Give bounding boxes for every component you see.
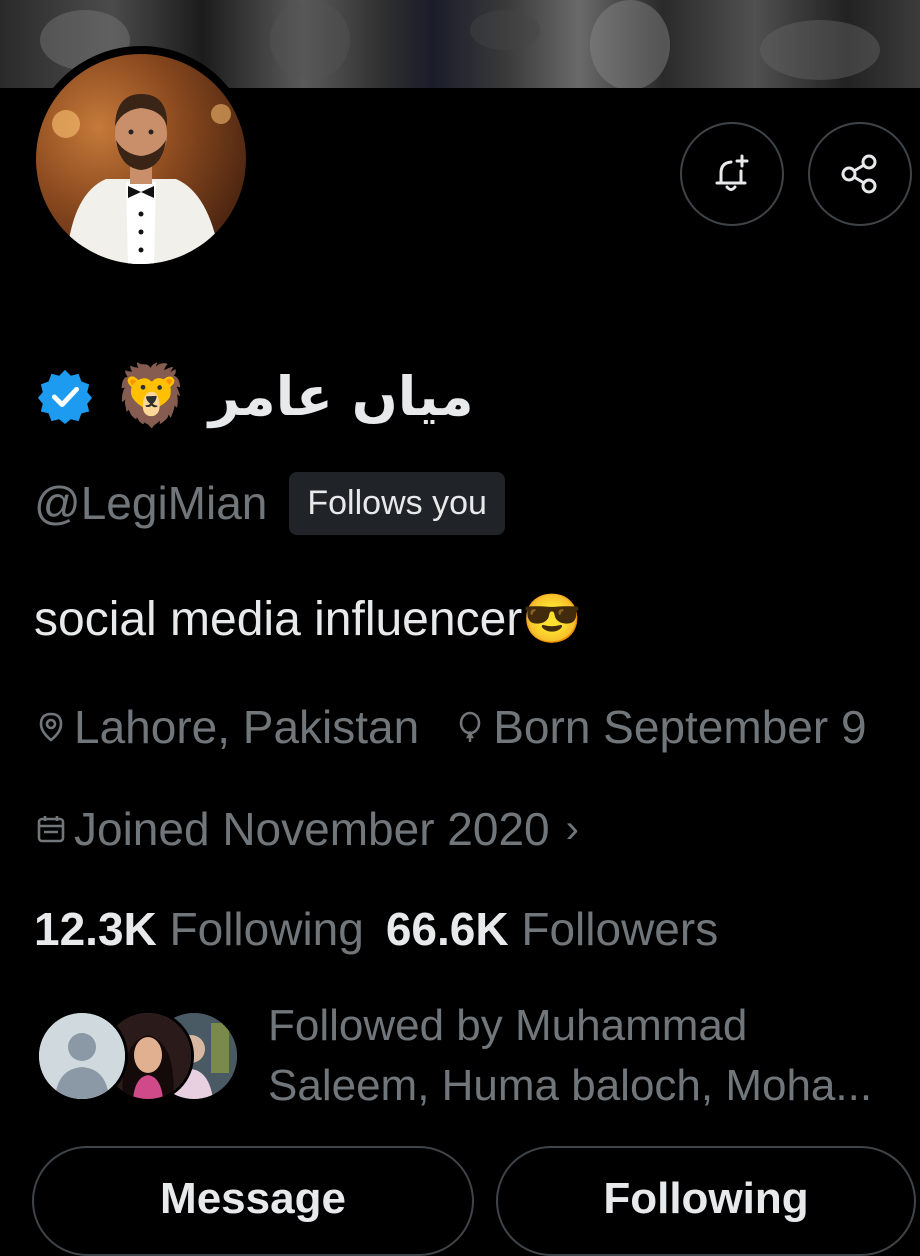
following-count: 12.3K xyxy=(34,903,157,955)
handle-row: @LegiMian Follows you xyxy=(34,468,505,538)
lion-emoji: 🦁 xyxy=(114,361,189,431)
mutual-followers-avatars[interactable] xyxy=(36,1010,246,1102)
joined-text: Joined November 2020 xyxy=(74,803,550,855)
profile-stats: 12.3K Following 66.6K Followers xyxy=(34,902,718,956)
share-icon xyxy=(841,154,877,194)
followers-stat[interactable]: 66.6K Followers xyxy=(386,902,718,956)
birthday-text: Born September 9 xyxy=(493,701,867,753)
default-avatar xyxy=(36,1010,128,1102)
followers-count: 66.6K xyxy=(385,903,509,955)
following-label: Following xyxy=(169,903,364,955)
profile-meta-row: Lahore, Pakistan Born September 9 xyxy=(34,700,867,754)
joined-row[interactable]: Joined November 2020 › xyxy=(34,802,579,856)
profile-bio: social media influencer😎 xyxy=(34,593,583,646)
balloon-icon xyxy=(459,711,481,742)
notifications-button[interactable] xyxy=(680,122,784,226)
location-text: Lahore, Pakistan xyxy=(74,701,420,753)
followed-by-line-1: Followed by Muhammad xyxy=(268,1001,748,1050)
message-button[interactable]: Message xyxy=(32,1146,474,1256)
display-name: میاں عامر xyxy=(208,364,474,428)
calendar-icon xyxy=(37,816,65,843)
following-stat[interactable]: 12.3K Following xyxy=(34,902,364,956)
followed-by-line-2: Saleem, Huma baloch, Moha... xyxy=(268,1061,873,1110)
followed-by-text[interactable]: Followed by Muhammad Saleem, Huma baloch… xyxy=(268,996,918,1116)
verified-badge-icon[interactable] xyxy=(36,367,94,425)
share-button[interactable] xyxy=(808,122,912,226)
bell-plus-icon xyxy=(715,154,749,191)
location-item: Lahore, Pakistan xyxy=(34,700,419,754)
joined-item[interactable]: Joined November 2020 › xyxy=(34,802,579,856)
user-handle: @LegiMian xyxy=(34,477,268,529)
location-pin-icon xyxy=(39,712,63,742)
profile-avatar[interactable] xyxy=(28,46,254,272)
chevron-right-icon: › xyxy=(565,806,579,851)
profile-name-row: 🦁 میاں عامر xyxy=(36,356,474,436)
following-button[interactable]: Following xyxy=(496,1146,916,1256)
birthday-item: Born September 9 xyxy=(453,700,867,754)
followers-label: Followers xyxy=(521,903,719,955)
follows-you-badge: Follows you xyxy=(289,471,505,535)
avatar-photo xyxy=(36,54,246,264)
